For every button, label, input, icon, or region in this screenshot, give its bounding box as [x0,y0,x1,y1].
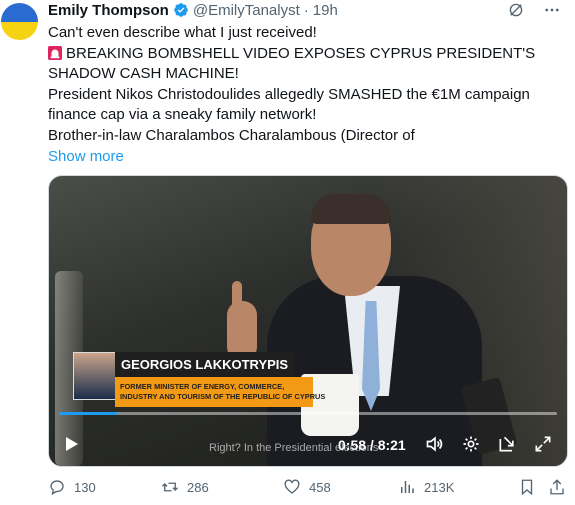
bookmark-icon [521,479,533,496]
repost-icon [162,482,178,492]
more-options-icon[interactable] [543,1,561,19]
tweet-line: BREAKING BOMBSHELL VIDEO EXPOSES CYPRUS … [66,44,536,62]
video-controls: 0:58 / 8:21 [49,430,567,460]
lower-third-role-line: INDUSTRY AND TOURISM OF THE REPUBLIC OF … [120,392,326,401]
top-actions [507,1,561,19]
video-player[interactable]: GEORGIOS LAKKOTRYPIS FORMER MINISTER OF … [48,175,568,467]
video-time-readout: 0:58 / 8:21 [338,437,406,453]
author-name[interactable]: Emily Thompson [48,2,169,19]
tweet-actions: 130 286 458 213K [48,478,568,500]
tweet-line: finance cap via a sneaky family network! [48,106,317,124]
tweet-line: SHADOW CASH MACHINE! [48,65,239,83]
like-button[interactable]: 458 [283,478,331,496]
reply-icon [50,480,64,496]
reply-count: 130 [74,479,96,495]
bookmark-button[interactable] [518,478,544,496]
lower-third-name: GEORGIOS LAKKOTRYPIS [115,352,295,378]
tweet-header: Emily Thompson @EmilyTanalyst · 19h [48,0,338,20]
tweet-text: Can't even describe what I just received… [48,23,558,167]
share-icon [550,479,564,495]
show-more-link[interactable]: Show more [48,147,558,168]
share-button[interactable] [548,478,574,496]
repost-count: 286 [187,479,209,495]
like-count: 458 [309,479,331,495]
lower-third-role-line: FORMER MINISTER OF ENERGY, COMMERCE, [120,382,285,391]
views-button[interactable]: 213K [398,478,454,496]
heart-icon [284,479,300,494]
views-chart-icon [401,481,414,493]
verified-badge-icon [174,3,188,17]
video-progress-bar[interactable] [59,412,557,415]
lower-third-thumbnail [73,352,117,400]
volume-icon[interactable] [425,434,445,454]
author-handle[interactable]: @EmilyTanalyst [193,2,300,19]
fullscreen-icon[interactable] [533,434,553,454]
tweet-line-breaking: BREAKING BOMBSHELL VIDEO EXPOSES CYPRUS … [48,44,558,65]
siren-icon [48,45,62,60]
avatar[interactable] [1,3,38,40]
repost-button[interactable]: 286 [161,478,209,496]
tweet-line: Brother-in-law Charalambos Charalambous … [48,126,415,144]
reply-button[interactable]: 130 [48,478,96,496]
dock-player-icon[interactable] [497,434,517,454]
tweet-line: President Nikos Christodoulides allegedl… [48,85,530,103]
grok-icon[interactable] [507,1,525,19]
lower-third-role: FORMER MINISTER OF ENERGY, COMMERCE, IND… [115,377,326,407]
settings-gear-icon[interactable] [461,434,481,454]
views-count: 213K [424,479,455,495]
tweet-line: Can't even describe what I just received… [48,24,317,41]
post-time[interactable]: 19h [313,2,338,19]
separator-dot: · [303,1,309,19]
play-icon[interactable] [61,434,81,454]
video-speaker-hair [311,194,391,224]
video-progress-fill [59,412,117,415]
